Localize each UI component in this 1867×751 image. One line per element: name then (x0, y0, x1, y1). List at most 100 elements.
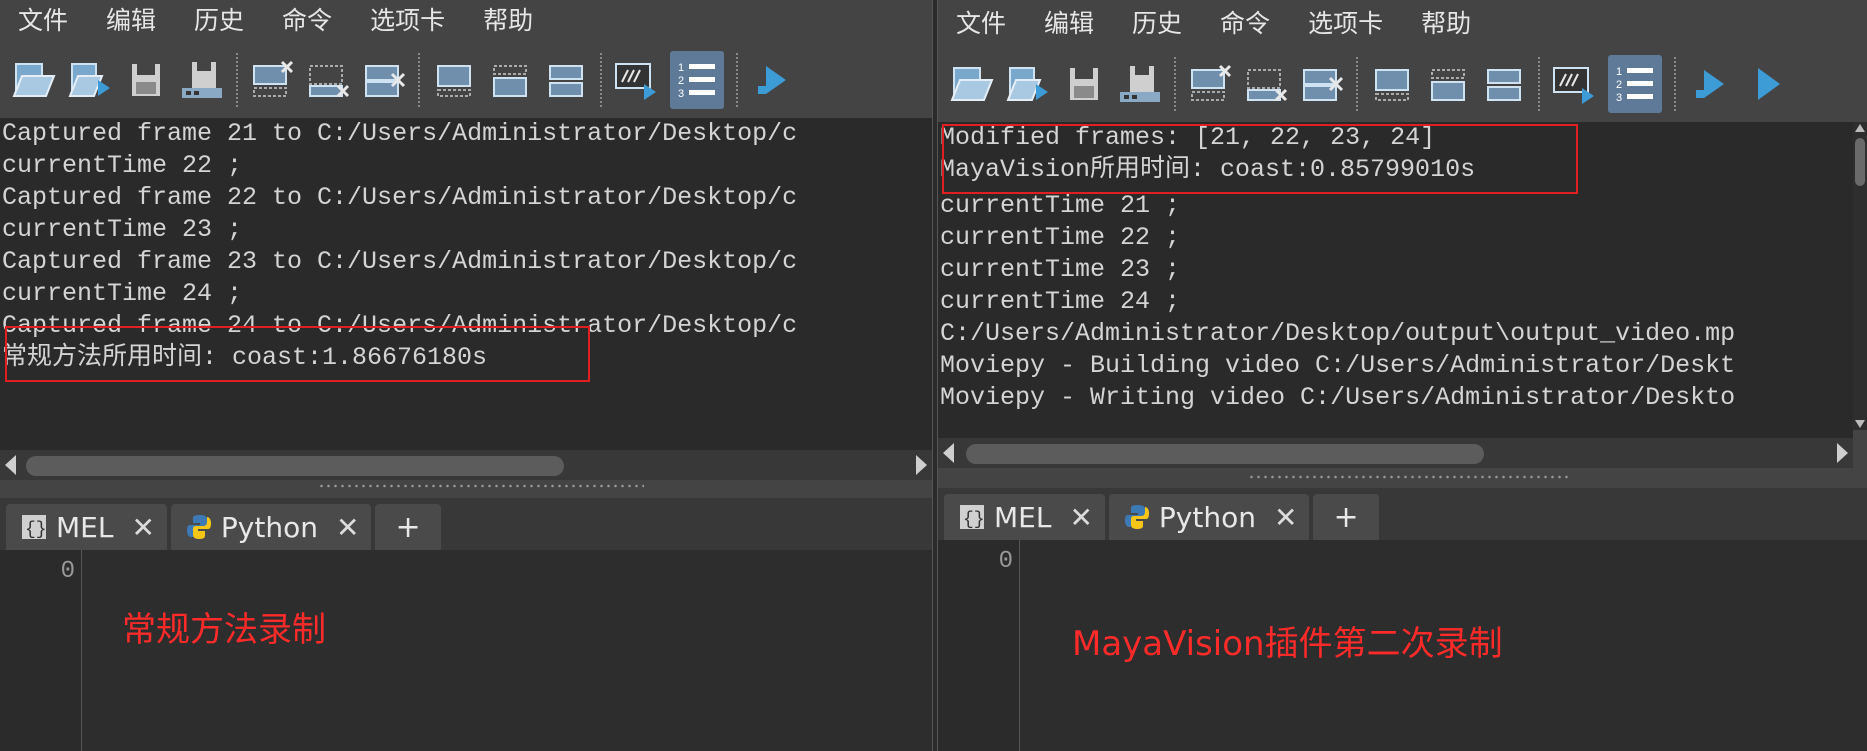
tab-label: Python (220, 510, 318, 544)
show-history-button[interactable] (426, 51, 482, 109)
svg-text:1: 1 (1616, 66, 1622, 78)
clear-all-button[interactable] (356, 51, 412, 109)
annotation-caption: 常规方法录制 (122, 610, 326, 650)
show-input-button[interactable] (482, 51, 538, 109)
output-line: currentTime 24 ; (2, 279, 243, 308)
execute-all-button[interactable] (1738, 55, 1794, 113)
add-tab-button[interactable]: + (375, 504, 441, 550)
editor-tabs: {} MEL ✕ Python ✕ + (938, 488, 1867, 540)
save-to-shelf-button[interactable] (1112, 55, 1168, 113)
open-script-button[interactable] (6, 51, 62, 109)
save-script-button[interactable] (1056, 55, 1112, 113)
show-history-icon (1375, 69, 1409, 101)
timing-result-line: MayaVision所用时间: coast:0.85799010s (940, 155, 1476, 184)
scroll-left-icon[interactable] (943, 443, 954, 463)
close-icon[interactable]: ✕ (131, 511, 154, 544)
toolbar: 123 (0, 46, 932, 114)
scrollbar-thumb[interactable] (1855, 138, 1865, 186)
splitter-grip[interactable] (1248, 474, 1570, 480)
execute-button[interactable] (1682, 55, 1738, 113)
execute-all-icon (1758, 68, 1780, 100)
close-icon[interactable]: ✕ (1069, 501, 1092, 534)
show-both-icon (549, 65, 583, 97)
show-both-button[interactable] (1476, 55, 1532, 113)
menu-tabs[interactable]: 选项卡 (352, 0, 465, 42)
tab-python[interactable]: Python ✕ (1108, 494, 1310, 540)
scroll-right-icon[interactable] (1837, 443, 1848, 463)
execute-icon (1696, 70, 1724, 98)
history-output[interactable]: Modified frames: [21, 22, 23, 24] MayaVi… (938, 122, 1853, 452)
plus-icon: + (1333, 499, 1359, 535)
svg-text:2: 2 (1616, 79, 1622, 91)
tab-mel[interactable]: {} MEL ✕ (6, 504, 167, 550)
menu-edit[interactable]: 编辑 (88, 0, 176, 42)
save-script-button[interactable] (118, 51, 174, 109)
splitter-grip[interactable] (318, 483, 644, 489)
menu-file[interactable]: 文件 (0, 0, 88, 42)
clear-input-button[interactable] (1238, 55, 1294, 113)
source-script-button[interactable] (62, 51, 118, 109)
clear-input-button[interactable] (300, 51, 356, 109)
close-icon[interactable]: ✕ (1274, 501, 1297, 534)
line-number-gutter: 0 (938, 540, 1020, 751)
horizontal-scrollbar[interactable] (938, 438, 1853, 468)
menu-help[interactable]: 帮助 (1403, 0, 1491, 48)
save-to-shelf-button[interactable] (174, 51, 230, 109)
menu-help[interactable]: 帮助 (465, 0, 553, 42)
save-script-icon (1070, 68, 1098, 100)
menu-file[interactable]: 文件 (938, 0, 1026, 48)
toolbar-separator (600, 53, 602, 107)
execute-button[interactable] (744, 51, 800, 109)
clear-history-button[interactable] (1182, 55, 1238, 113)
scroll-left-icon[interactable] (5, 455, 16, 475)
output-line: Captured frame 24 to C:/Users/Administra… (2, 311, 798, 340)
source-script-icon (68, 63, 110, 97)
source-script-button[interactable] (1000, 55, 1056, 113)
line-numbers-button[interactable]: 123 (1608, 55, 1662, 113)
scroll-right-icon[interactable] (916, 455, 927, 475)
execute-icon (758, 66, 786, 94)
history-output[interactable]: Captured frame 21 to C:/Users/Administra… (0, 118, 932, 450)
menu-tabs[interactable]: 选项卡 (1290, 0, 1403, 48)
line-numbers-button[interactable]: 123 (670, 51, 724, 109)
horizontal-scrollbar[interactable] (0, 450, 932, 480)
menu-edit[interactable]: 编辑 (1026, 0, 1114, 48)
tab-mel[interactable]: {} MEL ✕ (944, 494, 1105, 540)
scroll-up-icon[interactable] (1855, 124, 1865, 132)
open-script-icon (950, 67, 994, 101)
clear-all-icon (1303, 69, 1344, 101)
clear-history-icon (1191, 64, 1232, 101)
scrollbar-thumb[interactable] (966, 444, 1484, 464)
scroll-down-icon[interactable] (1855, 420, 1865, 428)
show-input-button[interactable] (1420, 55, 1476, 113)
line-numbers-icon: 123 (678, 62, 715, 100)
show-both-icon (1487, 69, 1521, 101)
menu-history[interactable]: 历史 (176, 0, 264, 42)
echo-all-button[interactable] (608, 51, 664, 109)
close-icon[interactable]: ✕ (336, 511, 359, 544)
menu-history[interactable]: 历史 (1114, 0, 1202, 48)
show-both-button[interactable] (538, 51, 594, 109)
menu-command[interactable]: 命令 (264, 0, 352, 42)
script-input-area[interactable]: 0 常规方法录制 (0, 550, 932, 751)
tab-python[interactable]: Python ✕ (170, 504, 372, 550)
show-history-button[interactable] (1364, 55, 1420, 113)
clear-history-icon (253, 60, 294, 97)
toolbar-separator (418, 53, 420, 107)
script-editor-right: 文件 编辑 历史 命令 选项卡 帮助 1 2 3 Modified frames… (938, 0, 1867, 751)
vertical-scrollbar[interactable] (1853, 122, 1867, 430)
clear-all-button[interactable] (1294, 55, 1350, 113)
toolbar-separator (1356, 57, 1358, 111)
script-input-area[interactable]: 0 MayaVision插件第二次录制 (938, 540, 1867, 751)
python-icon (186, 515, 211, 539)
echo-all-button[interactable] (1546, 55, 1602, 113)
add-tab-button[interactable]: + (1313, 494, 1379, 540)
clear-history-button[interactable] (244, 51, 300, 109)
output-line: Moviepy - Building video C:/Users/Admini… (940, 351, 1736, 380)
menu-command[interactable]: 命令 (1202, 0, 1290, 48)
open-script-button[interactable] (944, 55, 1000, 113)
modified-frames-line: Modified frames: [21, 22, 23, 24] (940, 123, 1436, 152)
scrollbar-thumb[interactable] (26, 456, 564, 476)
toolbar-separator (1674, 57, 1676, 111)
toolbar-separator (236, 53, 238, 107)
